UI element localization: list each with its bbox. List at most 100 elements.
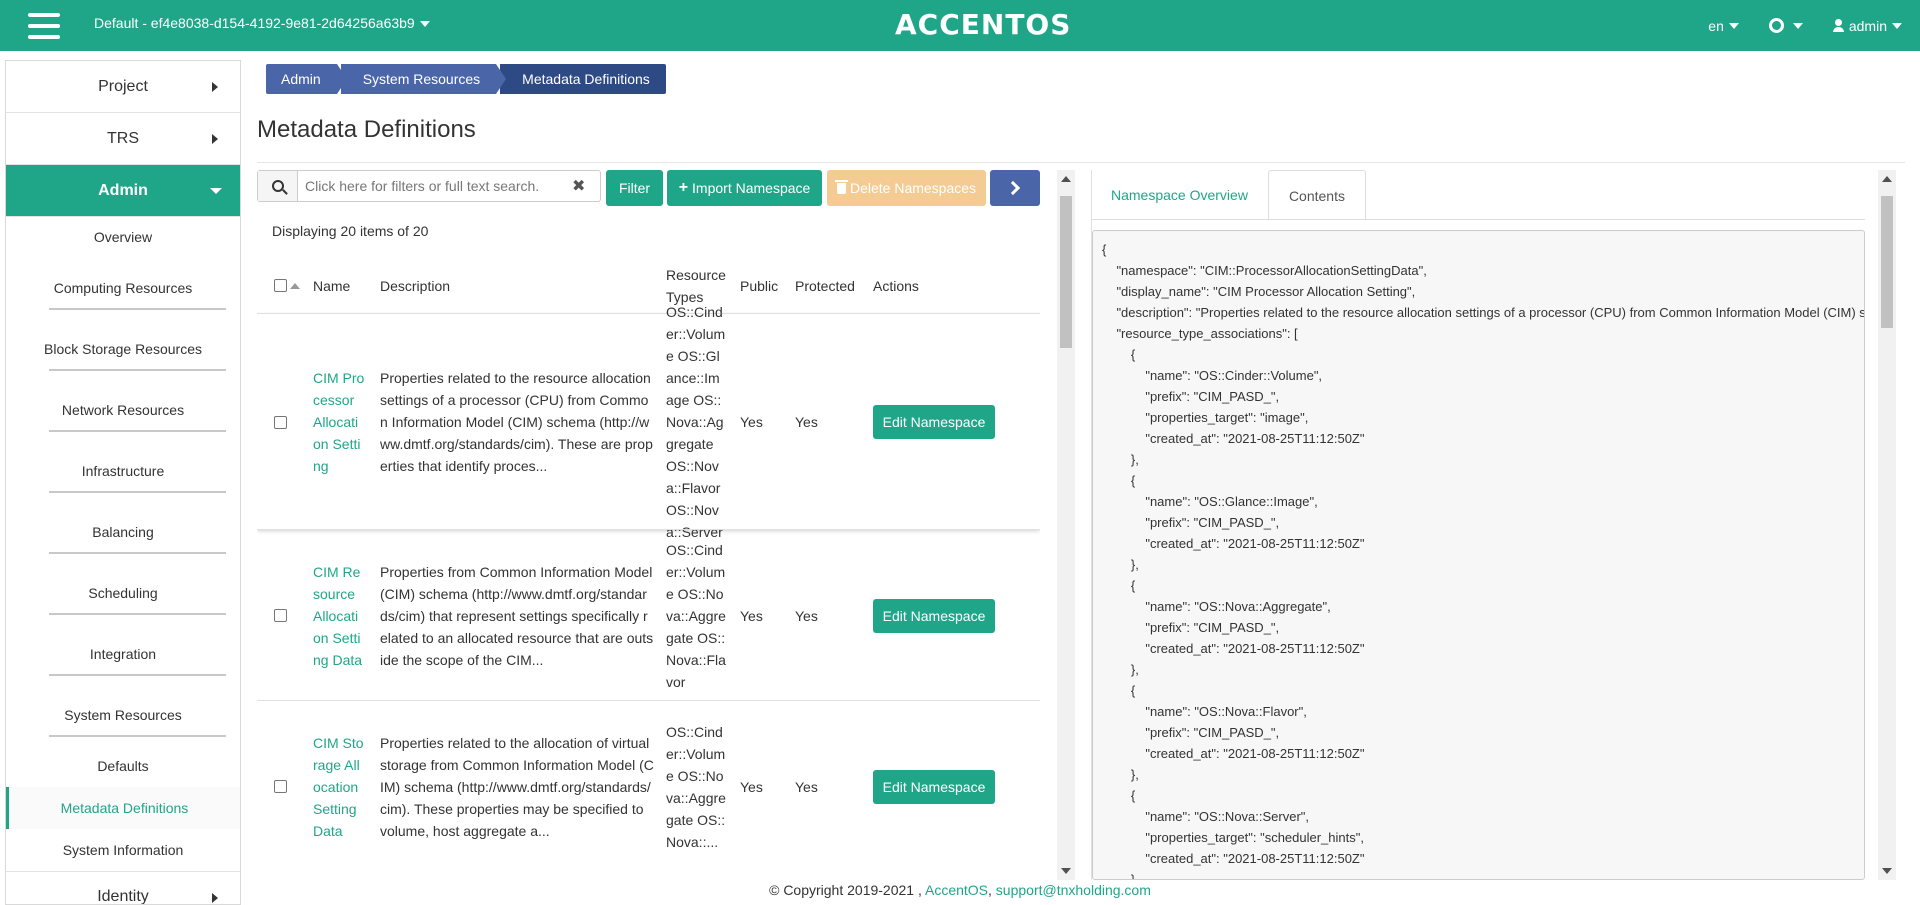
breadcrumb-admin[interactable]: Admin — [266, 64, 347, 94]
top-bar: Default - ef4e8038-d154-4192-9e81-2d6425… — [0, 0, 1920, 51]
contents-line: { — [1102, 578, 1136, 593]
table-row[interactable]: CIM Resource Allocation Setting Data Pro… — [257, 529, 1040, 700]
brand-link[interactable]: AccentOS — [925, 882, 988, 898]
row-checkbox[interactable] — [274, 780, 287, 793]
select-all-checkbox[interactable] — [274, 279, 287, 292]
scrollbar-thumb[interactable] — [1881, 196, 1893, 328]
col-protected[interactable]: Protected — [795, 258, 855, 313]
tab-contents[interactable]: Contents — [1267, 170, 1366, 220]
namespaces-panel: ✖ Filter +Import Namespace Delete Namesp… — [257, 170, 1080, 880]
sidebar-section-admin[interactable]: Admin — [6, 165, 240, 217]
edit-namespace-button[interactable]: Edit Namespace — [873, 769, 995, 804]
sidebar-item-scheduling[interactable]: Scheduling — [6, 562, 240, 623]
row-checkbox[interactable] — [274, 609, 287, 622]
contents-line: "prefix": "CIM_PASD_", — [1102, 725, 1280, 740]
contents-line: "prefix": "CIM_PASD_", — [1102, 515, 1280, 530]
scrollbar-thumb[interactable] — [1060, 196, 1072, 348]
contents-line: }, — [1102, 557, 1139, 572]
scroll-down-icon[interactable] — [1882, 868, 1892, 874]
sidebar-item-label: Overview — [93, 229, 153, 245]
namespace-description: Properties related to the allocation of … — [380, 734, 654, 839]
tab-namespace-overview[interactable]: Namespace Overview — [1091, 170, 1268, 220]
edit-namespace-button[interactable]: Edit Namespace — [873, 598, 995, 633]
breadcrumb: Admin System Resources Metadata Definiti… — [266, 64, 670, 94]
breadcrumb-metadata-definitions[interactable]: Metadata Definitions — [500, 64, 666, 94]
namespace-name-link[interactable]: CIM Storage Allocation Setting Data — [313, 732, 365, 842]
col-actions: Actions — [873, 277, 919, 294]
user-menu[interactable]: admin — [1832, 17, 1902, 34]
col-description[interactable]: Description — [380, 258, 450, 313]
sidebar-item-label: Block Storage Resources — [44, 340, 202, 357]
project-selector[interactable]: Default - ef4e8038-d154-4192-9e81-2d6425… — [94, 15, 430, 31]
clear-icon[interactable]: ✖ — [572, 176, 585, 196]
row-checkbox[interactable] — [274, 415, 287, 429]
sidebar-section-project[interactable]: Project — [6, 61, 240, 113]
table-scrollbar[interactable] — [1057, 170, 1075, 880]
sidebar-item-overview[interactable]: Overview — [6, 217, 240, 257]
search-button[interactable] — [258, 171, 298, 201]
language-label: en — [1708, 17, 1724, 34]
sidebar-item-label: Balancing — [92, 523, 154, 540]
language-selector[interactable]: en — [1708, 18, 1739, 34]
breadcrumb-system-resources[interactable]: System Resources — [340, 64, 507, 94]
divider — [1091, 219, 1865, 220]
namespaces-table: Name Description Resource Types Public P… — [257, 258, 1040, 878]
table-row[interactable]: CIM Processor Allocation Setting Propert… — [257, 304, 1040, 540]
sidebar-item-system-resources[interactable]: System Resources — [6, 684, 240, 745]
import-namespace-button[interactable]: + Import Namespace — [667, 170, 822, 206]
theme-selector[interactable] — [1768, 18, 1803, 33]
scroll-up-icon[interactable] — [1061, 176, 1071, 182]
col-name[interactable]: Name — [313, 258, 350, 313]
plus-icon: + — [678, 179, 689, 196]
caret-down-icon — [1728, 22, 1739, 29]
delete-namespaces-button[interactable]: Delete Namespaces — [827, 170, 986, 206]
sidebar-item-label: Network Resources — [61, 401, 185, 418]
col-public[interactable]: Public — [740, 258, 778, 313]
table-row[interactable]: CIM Storage Allocation Setting Data Prop… — [257, 700, 1040, 871]
namespace-name-link[interactable]: CIM Resource Allocation Setting Data — [313, 561, 365, 671]
sidebar-item-infrastructure[interactable]: Infrastructure — [6, 440, 240, 501]
sidebar-item-balancing[interactable]: Balancing — [6, 501, 240, 562]
contents-line: }, — [1102, 452, 1139, 467]
search-input[interactable] — [298, 178, 568, 194]
contents-line: { — [1102, 788, 1136, 803]
sidebar-item-block-storage-resources[interactable]: Block Storage Resources — [6, 318, 240, 379]
sidebar-item-label: Computing Resources — [53, 279, 193, 296]
contents-line: "created_at": "2021-08-25T11:12:50Z" — [1102, 851, 1365, 866]
scroll-up-icon[interactable] — [1882, 176, 1892, 182]
expand-panel-button[interactable] — [990, 170, 1040, 206]
namespace-resource-types: OS::Cinder::Volume OS::Nova::Aggregate O… — [666, 541, 726, 690]
namespace-resource-types: OS::Cinder::Volume OS::Glance::Image OS:… — [666, 304, 726, 540]
contents-line: "name": "OS::Cinder::Volume", — [1102, 368, 1323, 383]
contents-line: { — [1102, 242, 1107, 257]
support-email-link[interactable]: support@tnxholding.com — [996, 882, 1151, 898]
chevron-right-icon — [212, 134, 218, 144]
contents-line: "created_at": "2021-08-25T11:12:50Z" — [1102, 746, 1365, 761]
sidebar-item-system-information[interactable]: System Information — [6, 829, 240, 871]
namespace-name-link[interactable]: CIM Processor Allocation Setting — [313, 367, 365, 477]
sidebar-item-defaults[interactable]: Defaults — [6, 745, 240, 787]
namespace-description: Properties related to the resource alloc… — [380, 370, 653, 474]
sidebar-item-label: Metadata Definitions — [60, 800, 189, 816]
hamburger-menu-icon[interactable] — [28, 13, 60, 39]
contents-scrollbar[interactable] — [1878, 170, 1896, 880]
sort-icon[interactable] — [290, 282, 300, 289]
filter-button[interactable]: Filter — [606, 170, 663, 206]
edit-namespace-button[interactable]: Edit Namespace — [873, 405, 995, 439]
page-title: Metadata Definitions — [257, 116, 476, 143]
user-name: admin — [1848, 17, 1887, 34]
sidebar-item-metadata-definitions[interactable]: Metadata Definitions — [6, 787, 240, 829]
user-icon — [1832, 19, 1844, 32]
namespace-resource-types: OS::Cinder::Volume OS::Nova::Aggregate O… — [666, 723, 726, 850]
sidebar-item-integration[interactable]: Integration — [6, 623, 240, 684]
sidebar-section-trs[interactable]: TRS — [6, 113, 240, 165]
scroll-down-icon[interactable] — [1061, 868, 1071, 874]
contents-line: "namespace": "CIM::ProcessorAllocationSe… — [1102, 263, 1427, 278]
logo: ACCENTOS — [895, 8, 1072, 41]
sidebar-item-network-resources[interactable]: Network Resources — [6, 379, 240, 440]
namespace-description: Properties from Common Information Model… — [380, 563, 654, 668]
item-count: Displaying 20 items of 20 — [272, 223, 429, 239]
contents-line: "created_at": "2021-08-25T11:12:50Z" — [1102, 431, 1365, 446]
sidebar-item-label: System Resources — [64, 706, 182, 723]
sidebar-item-computing-resources[interactable]: Computing Resources — [6, 257, 240, 318]
